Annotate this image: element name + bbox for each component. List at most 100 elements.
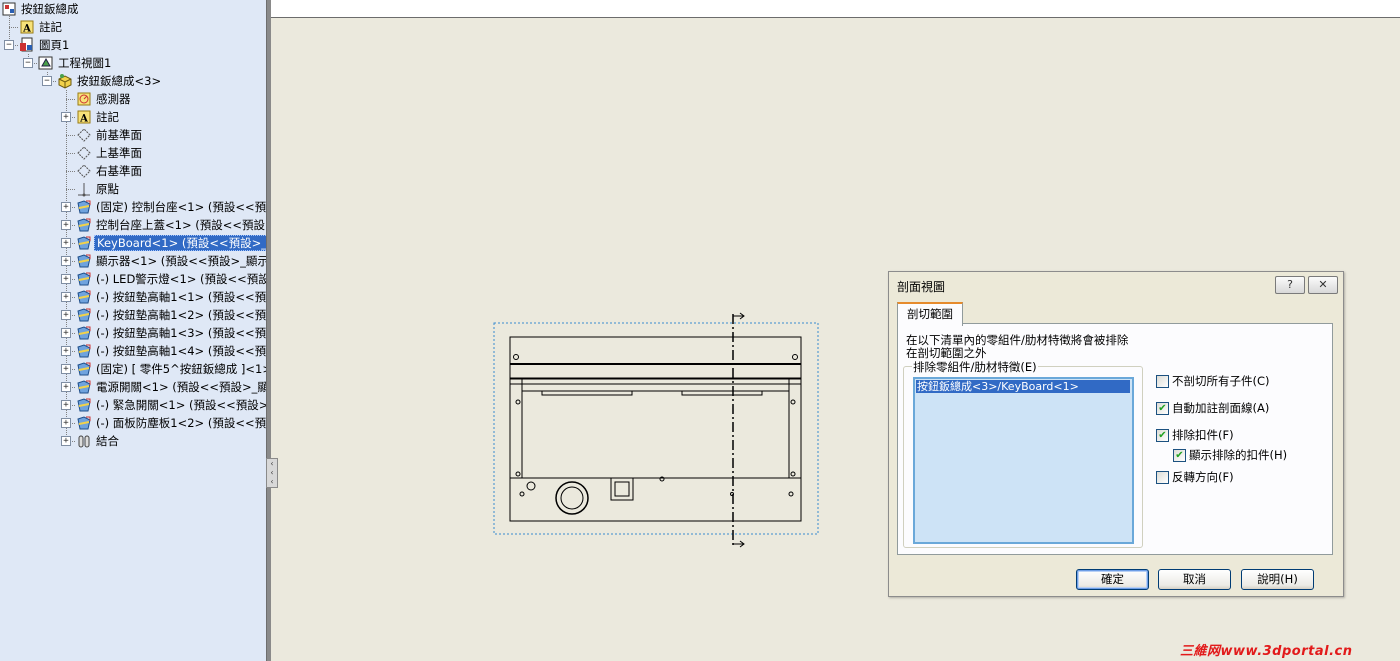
annotation-icon: A	[77, 110, 91, 125]
plane-icon	[77, 164, 91, 178]
ok-button[interactable]: 確定	[1076, 569, 1149, 590]
list-item[interactable]: 按鈕鈑總成<3>/KeyBoard<1>	[916, 380, 1130, 393]
collapse-icon[interactable]: −	[23, 58, 33, 68]
sensor-icon	[77, 92, 91, 106]
tree-item-label: 控制台座上蓋<1> (預設<<預設	[96, 218, 266, 232]
checkbox-box[interactable]	[1156, 471, 1169, 484]
part-icon	[77, 200, 91, 214]
dialog-title: 剖面視圖	[897, 280, 946, 294]
part-icon	[77, 290, 91, 304]
annotation-icon: A	[20, 20, 34, 35]
expand-icon[interactable]: +	[61, 382, 71, 392]
assembly-icon	[58, 74, 72, 89]
tree-connector	[66, 171, 75, 172]
checkbox-box[interactable]: ✔	[1156, 429, 1169, 442]
drawing-view[interactable]	[492, 312, 822, 548]
tree-item-label: 結合	[96, 434, 119, 448]
expand-icon[interactable]: +	[61, 112, 71, 122]
tree-item-label: (-) 按鈕墊高軸1<4> (預設<<預	[96, 344, 266, 358]
expand-icon[interactable]: +	[61, 274, 71, 284]
tree-item-label: (-) 面板防塵板1<2> (預設<<預	[96, 416, 266, 430]
part-icon	[77, 272, 91, 286]
expand-icon[interactable]: +	[61, 418, 71, 428]
expand-icon[interactable]: +	[61, 364, 71, 374]
expand-icon[interactable]: +	[61, 346, 71, 356]
tree-connector	[9, 27, 18, 28]
part-icon	[77, 236, 91, 250]
section-arrows	[733, 312, 745, 548]
checkbox-label: 自動加註剖面線(A)	[1172, 401, 1270, 415]
part-icon	[77, 344, 91, 358]
collapse-panel-handle[interactable]: ‹ ‹ ‹	[266, 458, 278, 488]
tree-item-label: 電源開關<1> (預設<<預設>_顯	[96, 380, 266, 394]
tree-item-label: (-) 按鈕墊高軸1<1> (預設<<預	[96, 290, 266, 304]
section-view-dialog: 剖面視圖 ? ✕ 剖切範圍 在以下清單內的零組件/肋材特徵將會被排除 在剖切範圍…	[888, 271, 1344, 597]
tree-item-label: (-) 按鈕墊高軸1<2> (預設<<預	[96, 308, 266, 322]
tree-root-label: 按鈕鈑總成	[21, 2, 79, 16]
tree-item-label: 按鈕鈑總成<3>	[77, 74, 162, 88]
svg-text:A: A	[79, 114, 88, 125]
tree-item-label: 上基準面	[96, 146, 142, 160]
help-button[interactable]: 說明(H)	[1241, 569, 1314, 590]
expand-icon[interactable]: +	[61, 436, 71, 446]
expand-icon[interactable]: +	[61, 400, 71, 410]
tree-item-label: KeyBoard<1> (預設<<預設>_顯	[94, 235, 266, 251]
close-button[interactable]: ✕	[1308, 276, 1338, 294]
tree-item-label: (固定) 控制台座<1> (預設<<預	[96, 200, 266, 214]
expand-icon[interactable]: +	[61, 256, 71, 266]
expand-icon[interactable]: +	[61, 328, 71, 338]
tab-section-scope[interactable]: 剖切範圍	[897, 302, 963, 326]
part-icon	[77, 398, 91, 412]
checkbox-box[interactable]: ✔	[1156, 402, 1169, 415]
excluded-components-list[interactable]: 按鈕鈑總成<3>/KeyBoard<1>	[913, 377, 1134, 544]
tree-item-label: (-) 緊急開關<1> (預設<<預設>	[96, 398, 266, 412]
panel-splitter[interactable]	[266, 0, 271, 661]
tree-item-label: 註記	[39, 20, 62, 34]
group-label: 排除零組件/肋材特徵(E)	[912, 359, 1038, 375]
part-icon	[77, 254, 91, 268]
graphics-top-bar	[271, 0, 1400, 18]
tree-item-label: 工程視圖1	[58, 56, 112, 70]
checkbox-label: 不剖切所有子件(C)	[1172, 374, 1270, 388]
assembly-drawing-icon	[2, 2, 16, 16]
expand-icon[interactable]: +	[61, 310, 71, 320]
tree-connector	[66, 189, 75, 190]
expand-icon[interactable]: +	[61, 220, 71, 230]
part-icon	[77, 362, 91, 376]
tree-item-label: 註記	[96, 110, 119, 124]
view-boundary	[493, 322, 819, 535]
tree-item-label: 原點	[96, 182, 119, 196]
part-icon	[77, 218, 91, 232]
tree-item-label: (-) LED警示燈<1> (預設<<預設	[96, 272, 266, 286]
tree-item-label: 感測器	[96, 92, 131, 106]
tree-connector	[66, 135, 75, 136]
expand-icon[interactable]: +	[61, 202, 71, 212]
excluded-components-group: 排除零組件/肋材特徵(E) 按鈕鈑總成<3>/KeyBoard<1>	[903, 359, 1143, 548]
expand-icon[interactable]: +	[61, 292, 71, 302]
watermark: 三維网www.3dportal.cn	[1180, 644, 1353, 659]
tree-connector	[66, 153, 75, 154]
collapse-icon[interactable]: −	[42, 76, 52, 86]
help-title-button[interactable]: ?	[1275, 276, 1305, 294]
part-icon	[77, 326, 91, 340]
tree-connector	[66, 99, 75, 100]
part-icon	[77, 416, 91, 430]
part-icon	[77, 308, 91, 322]
expand-icon[interactable]: +	[61, 238, 71, 248]
tree-item-label: (-) 按鈕墊高軸1<3> (預設<<預	[96, 326, 266, 340]
plane-icon	[77, 128, 91, 142]
checkbox-label: 顯示排除的扣件(H)	[1189, 448, 1288, 462]
checkbox-label: 排除扣件(F)	[1172, 428, 1234, 442]
checkbox-box[interactable]	[1156, 375, 1169, 388]
drawing-view-icon	[38, 56, 53, 70]
tree-item-label: 前基準面	[96, 128, 142, 142]
cancel-button[interactable]: 取消	[1158, 569, 1231, 590]
feature-tree-panel: 按鈕鈑總成 A 註記 − 圖頁1− 工程視圖1− 按鈕鈑總成<3> 感測器 + A 註記 前基準面上…	[0, 0, 266, 661]
tree-item-label: 右基準面	[96, 164, 142, 178]
tree-item-label: (固定) [ 零件5^按鈕鈑總成 ]<1>	[96, 362, 266, 376]
collapse-icon[interactable]: −	[4, 40, 14, 50]
tree-item-label: 圖頁1	[39, 38, 70, 52]
part-icon	[77, 380, 91, 394]
svg-text:A: A	[22, 24, 31, 35]
checkbox-box[interactable]: ✔	[1173, 449, 1186, 462]
